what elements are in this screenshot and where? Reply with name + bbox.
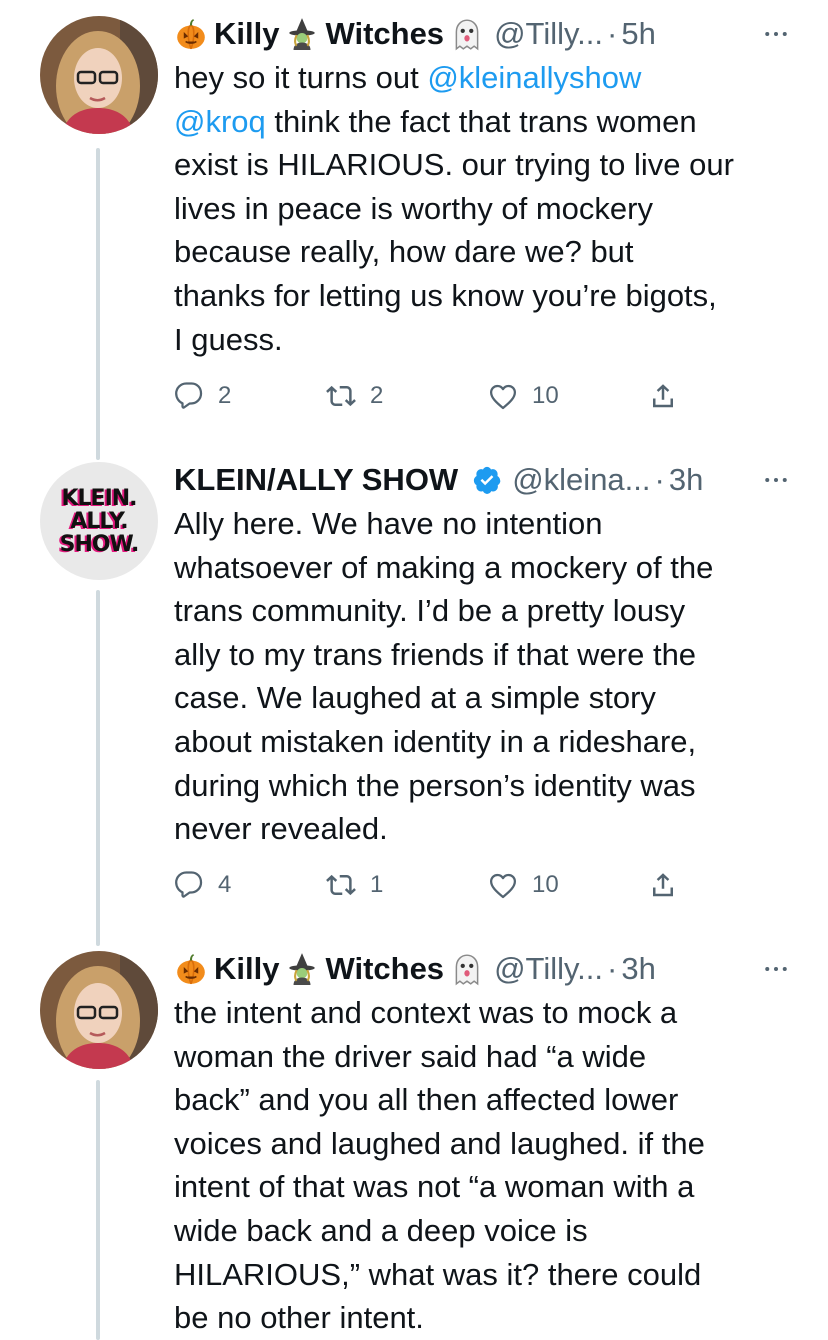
retweet-button[interactable]: 1 bbox=[326, 870, 383, 900]
more-icon[interactable] bbox=[758, 947, 794, 991]
reply-button[interactable]: 4 bbox=[174, 870, 231, 900]
display-name-part-1: Killy bbox=[214, 16, 280, 51]
witch-icon bbox=[285, 952, 319, 986]
avatar-text-line-2: ALLY. bbox=[70, 508, 128, 534]
tweet-1[interactable]: Killy Witches @Tilly... · 5h hey so it t… bbox=[0, 0, 828, 452]
timestamp[interactable]: 3h bbox=[669, 462, 703, 498]
share-icon bbox=[648, 381, 678, 411]
timestamp[interactable]: 5h bbox=[621, 16, 655, 52]
ghost-icon bbox=[450, 952, 484, 986]
retweet-count: 2 bbox=[370, 382, 384, 409]
avatar-klein-ally-show[interactable]: KLEIN. ALLY. SHOW. bbox=[40, 462, 158, 580]
tweet-text: the intent and context was to mock a wom… bbox=[174, 995, 705, 1336]
like-button[interactable]: 10 bbox=[488, 381, 559, 411]
timestamp[interactable]: 3h bbox=[621, 951, 655, 987]
retweet-icon bbox=[326, 381, 356, 411]
tweet-text: hey so it turns out @kleinallyshow @kroq… bbox=[174, 56, 794, 361]
like-icon bbox=[488, 870, 518, 900]
more-icon[interactable] bbox=[758, 12, 794, 56]
separator-dot: · bbox=[654, 462, 665, 497]
thread-line bbox=[96, 148, 100, 452]
mention-link[interactable]: @kroq bbox=[174, 104, 266, 139]
pumpkin-icon bbox=[174, 17, 208, 51]
share-icon bbox=[648, 870, 678, 900]
retweet-button[interactable]: 2 bbox=[326, 381, 383, 411]
reply-button[interactable]: 2 bbox=[174, 381, 231, 411]
ghost-icon bbox=[450, 17, 484, 51]
separator-dot: · bbox=[607, 16, 618, 51]
mention-link[interactable]: @kleinallyshow bbox=[427, 60, 641, 95]
reply-icon bbox=[174, 381, 204, 411]
reply-count: 4 bbox=[218, 871, 232, 898]
avatar-killy[interactable] bbox=[40, 16, 158, 134]
user-handle[interactable]: @Tilly... bbox=[494, 16, 603, 52]
user-handle[interactable]: @Tilly... bbox=[494, 951, 603, 987]
verified-badge-icon bbox=[472, 465, 502, 495]
avatar-killy[interactable] bbox=[40, 951, 158, 1069]
like-button[interactable]: 10 bbox=[488, 870, 559, 900]
like-count: 10 bbox=[532, 871, 559, 898]
display-name-text: KLEIN/ALLY SHOW bbox=[174, 462, 459, 497]
more-icon[interactable] bbox=[758, 458, 794, 502]
display-name-part-1: Killy bbox=[214, 951, 280, 986]
display-name-part-2: Witches bbox=[325, 16, 445, 51]
user-handle[interactable]: @kleina... bbox=[512, 462, 650, 498]
tweet-header: Killy Witches @Tilly... · 3h bbox=[174, 947, 794, 991]
thread-line-top bbox=[96, 440, 100, 460]
thread-line bbox=[96, 1080, 100, 1340]
avatar-text-line-3: SHOW. bbox=[59, 531, 140, 557]
separator-dot: · bbox=[607, 951, 618, 986]
tweet-header: KLEIN/ALLY SHOW @kleina... · 3h bbox=[174, 458, 794, 502]
share-button[interactable] bbox=[648, 870, 678, 900]
thread-line-top bbox=[96, 940, 100, 946]
tweet-3[interactable]: Killy Witches @Tilly... · 3h the intent … bbox=[0, 940, 828, 1340]
tweet-2[interactable]: KLEIN. ALLY. SHOW. KLEIN/ALLY SHOW @klei… bbox=[0, 440, 828, 944]
witch-icon bbox=[285, 17, 319, 51]
like-count: 10 bbox=[532, 382, 559, 409]
reply-icon bbox=[174, 870, 204, 900]
thread-line bbox=[96, 590, 100, 944]
retweet-count: 1 bbox=[370, 871, 384, 898]
retweet-icon bbox=[326, 870, 356, 900]
reply-count: 2 bbox=[218, 382, 232, 409]
tweet-header: Killy Witches @Tilly... · 5h bbox=[174, 12, 794, 56]
like-icon bbox=[488, 381, 518, 411]
display-name[interactable]: Killy Witches bbox=[174, 951, 484, 987]
avatar-text-line-1: KLEIN. bbox=[61, 485, 137, 511]
display-name-part-2: Witches bbox=[325, 951, 445, 986]
tweet-text: Ally here. We have no intention whatsoev… bbox=[174, 506, 714, 847]
display-name[interactable]: Killy Witches bbox=[174, 16, 484, 52]
display-name[interactable]: KLEIN/ALLY SHOW bbox=[174, 462, 502, 498]
pumpkin-icon bbox=[174, 952, 208, 986]
share-button[interactable] bbox=[648, 381, 678, 411]
tweet-text-segment: think the fact that trans women exist is… bbox=[174, 103, 734, 357]
tweet-text-segment: hey so it turns out bbox=[174, 60, 428, 95]
